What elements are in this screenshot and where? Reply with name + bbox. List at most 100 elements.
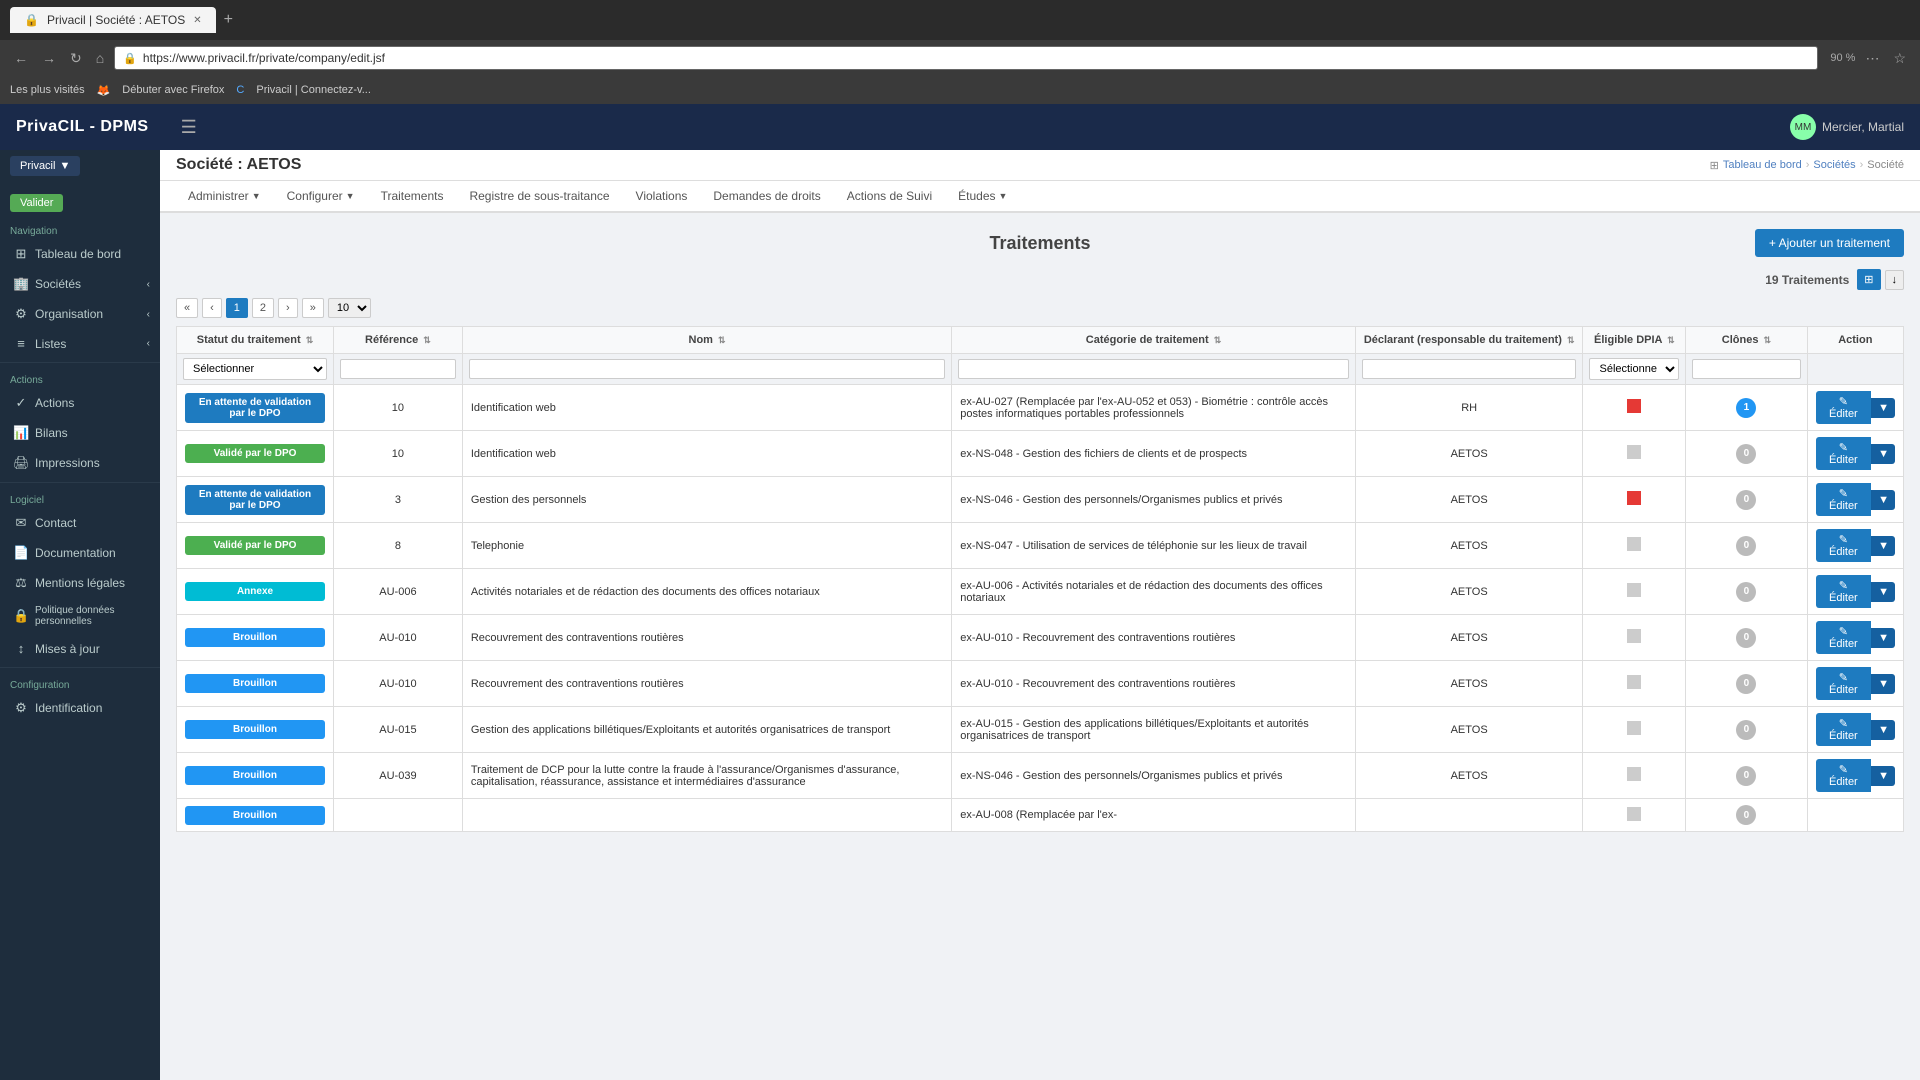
edit-button[interactable]: ✎ Éditer	[1816, 759, 1872, 792]
tab-registre[interactable]: Registre de sous-traitance	[457, 181, 621, 213]
sidebar-item-tableau-de-bord[interactable]: ⊞ Tableau de bord	[0, 239, 160, 269]
edit-button[interactable]: ✎ Éditer	[1816, 391, 1872, 424]
filter-reference-input[interactable]	[340, 359, 456, 379]
page-2-button[interactable]: 2	[252, 298, 274, 318]
sidebar-item-societes[interactable]: 🏢 Sociétés ‹	[0, 269, 160, 299]
sidebar-item-documentation[interactable]: 📄 Documentation	[0, 538, 160, 568]
edit-dropdown-button[interactable]: ▼	[1871, 628, 1895, 648]
edit-dropdown-button[interactable]: ▼	[1871, 582, 1895, 602]
bookmark-privacil[interactable]: Privacil | Connectez-v...	[256, 84, 371, 96]
grid-view-button[interactable]: ⊞	[1857, 269, 1880, 290]
sort-statut-icon[interactable]: ⇅	[306, 335, 314, 345]
cell-nom: Traitement de DCP pour la lutte contre l…	[462, 753, 951, 799]
filter-action-cell	[1807, 354, 1903, 385]
col-eligible[interactable]: Éligible DPIA ⇅	[1583, 327, 1686, 354]
first-page-button[interactable]: «	[176, 298, 198, 318]
edit-dropdown-button[interactable]: ▼	[1871, 720, 1895, 740]
clone-count: 0	[1736, 766, 1756, 786]
edit-button[interactable]: ✎ Éditer	[1816, 621, 1872, 654]
breadcrumb-sep2: ›	[1860, 159, 1864, 171]
arrow-icon-listes: ‹	[147, 338, 150, 349]
col-statut[interactable]: Statut du traitement ⇅	[177, 327, 334, 354]
cell-categorie: ex-NS-047 - Utilisation de services de t…	[952, 523, 1356, 569]
edit-button[interactable]: ✎ Éditer	[1816, 529, 1872, 562]
edit-dropdown-button[interactable]: ▼	[1871, 398, 1895, 418]
tab-demandes[interactable]: Demandes de droits	[701, 181, 832, 213]
edit-dropdown-button[interactable]: ▼	[1871, 766, 1895, 786]
bookmark-visited[interactable]: Les plus visités	[10, 84, 85, 96]
sidebar-item-politique[interactable]: 🔒 Politique données personnelles	[0, 598, 160, 634]
sidebar-item-bilans[interactable]: 📊 Bilans	[0, 418, 160, 448]
next-page-button[interactable]: ›	[278, 298, 298, 318]
edit-button[interactable]: ✎ Éditer	[1816, 575, 1872, 608]
tab-violations[interactable]: Violations	[624, 181, 700, 213]
list-view-button[interactable]: ↓	[1885, 270, 1905, 290]
tab-etudes[interactable]: Études ▼	[946, 181, 1019, 213]
sidebar-item-impressions[interactable]: 🖨 Impressions	[0, 448, 160, 478]
tab-traitements[interactable]: Traitements	[369, 181, 456, 213]
sidebar-label-updates: Mises à jour	[35, 642, 100, 656]
filter-eligible-select[interactable]: Sélectionner	[1589, 358, 1679, 380]
validate-button[interactable]: Valider	[10, 194, 63, 212]
table-row: En attente de validation par le DPO 3 Ge…	[177, 477, 1904, 523]
sort-clones-icon[interactable]: ⇅	[1764, 335, 1772, 345]
sidebar-item-mises-a-jour[interactable]: ↕ Mises à jour	[0, 634, 160, 663]
filter-categorie-input[interactable]	[958, 359, 1349, 379]
sort-eligible-icon[interactable]: ⇅	[1667, 335, 1675, 345]
tab-administrer[interactable]: Administrer ▼	[176, 181, 273, 213]
sidebar-item-contact[interactable]: ✉ Contact	[0, 508, 160, 538]
filter-declarant-input[interactable]	[1362, 359, 1577, 379]
browser-tab[interactable]: 🔒 Privacil | Société : AETOS ✕	[10, 7, 216, 33]
brand-dropdown-button[interactable]: Privacil ▼	[10, 156, 80, 176]
forward-button[interactable]: →	[38, 46, 60, 70]
filter-clones-input[interactable]	[1692, 359, 1800, 379]
breadcrumb-tableau[interactable]: Tableau de bord	[1723, 159, 1802, 171]
page-1-button[interactable]: 1	[226, 298, 248, 318]
bookmark-firefox[interactable]: Débuter avec Firefox	[122, 84, 224, 96]
edit-button[interactable]: ✎ Éditer	[1816, 483, 1872, 516]
col-clones[interactable]: Clônes ⇅	[1686, 327, 1807, 354]
edit-button[interactable]: ✎ Éditer	[1816, 713, 1872, 746]
sort-declarant-icon[interactable]: ⇅	[1567, 335, 1575, 345]
sidebar-item-actions[interactable]: ✓ Actions	[0, 388, 160, 418]
home-button[interactable]: ⌂	[92, 46, 108, 70]
col-nom[interactable]: Nom ⇅	[462, 327, 951, 354]
new-tab-button[interactable]: +	[224, 11, 233, 29]
edit-button[interactable]: ✎ Éditer	[1816, 667, 1872, 700]
edit-dropdown-button[interactable]: ▼	[1871, 536, 1895, 556]
sort-categorie-icon[interactable]: ⇅	[1214, 335, 1222, 345]
per-page-select[interactable]: 10 20 50	[328, 298, 371, 318]
filter-statut-select[interactable]: Sélectionner	[183, 358, 327, 380]
edit-button[interactable]: ✎ Éditer	[1816, 437, 1872, 470]
add-treatment-button[interactable]: + Ajouter un traitement	[1755, 229, 1904, 257]
sidebar-item-identification[interactable]: ⚙ Identification	[0, 693, 160, 723]
last-page-button[interactable]: »	[302, 298, 324, 318]
sidebar-item-mentions-legales[interactable]: ⚖ Mentions légales	[0, 568, 160, 598]
filter-nom-cell	[462, 354, 951, 385]
cell-reference: 10	[334, 385, 463, 431]
tab-actions-suivi[interactable]: Actions de Suivi	[835, 181, 944, 213]
col-categorie[interactable]: Catégorie de traitement ⇅	[952, 327, 1356, 354]
tab-configurer[interactable]: Configurer ▼	[275, 181, 367, 213]
sidebar-item-organisation[interactable]: ⚙ Organisation ‹	[0, 299, 160, 329]
table-row: Brouillon AU-010 Recouvrement des contra…	[177, 615, 1904, 661]
sort-reference-icon[interactable]: ⇅	[423, 335, 431, 345]
sidebar-item-listes[interactable]: ≡ Listes ‹	[0, 329, 160, 358]
filter-nom-input[interactable]	[469, 359, 945, 379]
edit-dropdown-button[interactable]: ▼	[1871, 674, 1895, 694]
edit-dropdown-button[interactable]: ▼	[1871, 444, 1895, 464]
address-bar[interactable]: 🔒 https://www.privacil.fr/private/compan…	[114, 46, 1818, 70]
edit-dropdown-button[interactable]: ▼	[1871, 490, 1895, 510]
sort-nom-icon[interactable]: ⇅	[718, 335, 726, 345]
col-declarant[interactable]: Déclarant (responsable du traitement) ⇅	[1355, 327, 1583, 354]
close-tab-icon[interactable]: ✕	[193, 15, 201, 26]
back-button[interactable]: ←	[10, 46, 32, 70]
col-reference[interactable]: Référence ⇅	[334, 327, 463, 354]
hamburger-menu[interactable]: ☰	[181, 117, 197, 138]
prev-page-button[interactable]: ‹	[202, 298, 222, 318]
cell-nom	[462, 799, 951, 832]
bookmark-button[interactable]: ☆	[1889, 46, 1910, 71]
reload-button[interactable]: ↻	[66, 46, 86, 71]
extensions-button[interactable]: ⋯	[1861, 46, 1883, 71]
breadcrumb-societes[interactable]: Sociétés	[1813, 159, 1855, 171]
